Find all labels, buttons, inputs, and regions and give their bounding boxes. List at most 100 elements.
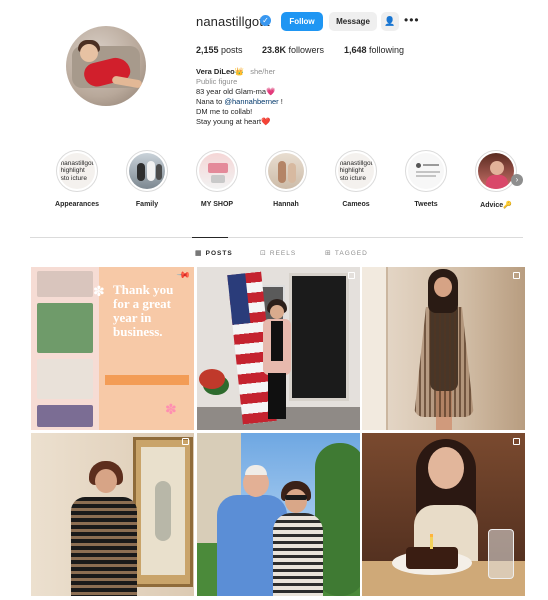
post-photo-person bbox=[95, 469, 117, 493]
highlight-label: Hannah bbox=[273, 201, 299, 208]
follow-button[interactable]: Follow bbox=[281, 12, 323, 31]
post-collage-photo bbox=[37, 303, 93, 353]
post-photo-person bbox=[428, 447, 464, 489]
followers-count-value: 23.8K bbox=[262, 45, 287, 55]
post-photo-sunglasses bbox=[285, 495, 307, 500]
post-tile[interactable] bbox=[362, 433, 525, 596]
flower-icon: ✽ bbox=[93, 283, 105, 299]
bio-name: Vera DiLeo bbox=[196, 67, 235, 76]
following-count-label: following bbox=[369, 45, 405, 55]
post-photo-candle bbox=[430, 537, 433, 549]
profile-avatar[interactable] bbox=[66, 26, 146, 106]
post-tile[interactable] bbox=[362, 267, 525, 430]
post-collage-photo bbox=[37, 359, 93, 399]
highlight-tweets[interactable]: Tweets bbox=[396, 150, 456, 208]
bio-pronouns: she/her bbox=[250, 67, 276, 76]
person-add-icon[interactable]: 👤 bbox=[381, 12, 399, 31]
post-photo-person bbox=[270, 305, 284, 319]
highlight-shop-photo bbox=[199, 153, 235, 189]
multiple-photos-icon bbox=[513, 272, 520, 279]
flower-icon: ✽ bbox=[165, 401, 177, 417]
bio-line-2-prefix: Nana to bbox=[196, 97, 225, 106]
post-photo-person bbox=[271, 321, 283, 361]
highlight-cameos[interactable]: nanastillgot highlight sto icture Cameos bbox=[326, 150, 386, 208]
tab-tagged-label: TAGGED bbox=[334, 250, 368, 257]
followers-count[interactable]: 23.8K followers bbox=[262, 45, 324, 55]
posts-count: 2,155 posts bbox=[196, 45, 243, 55]
post-collage-photo bbox=[37, 271, 93, 297]
post-caption-line: business. bbox=[113, 324, 163, 339]
highlight-label: MY SHOP bbox=[200, 201, 234, 208]
post-photo-door bbox=[362, 267, 388, 430]
highlight-label: Advice🔑 bbox=[480, 202, 512, 209]
highlight-family-photo bbox=[129, 153, 165, 189]
pin-icon: 📌 bbox=[176, 267, 192, 283]
post-photo-door bbox=[289, 273, 349, 401]
reels-icon: ⊡ bbox=[260, 250, 267, 257]
highlight-cover: nanastillgot highlight sto icture bbox=[56, 150, 98, 192]
highlight-label: Family bbox=[135, 201, 159, 208]
bio-line-2-suffix: ! bbox=[278, 97, 283, 106]
multiple-photos-icon bbox=[182, 438, 189, 445]
post-tile[interactable] bbox=[197, 433, 360, 596]
multiple-photos-icon bbox=[348, 272, 355, 279]
post-photo-person bbox=[285, 489, 307, 513]
bio-line-2: Nana to @hannahberner ! bbox=[196, 97, 283, 107]
bio-mention-link[interactable]: @hannahberner bbox=[224, 97, 278, 106]
highlight-placeholder-text: nanastillgot highlight sto icture bbox=[338, 153, 374, 189]
multiple-photos-icon bbox=[513, 438, 520, 445]
post-caption-graphic: Thank you for a great year in business. bbox=[113, 283, 191, 339]
highlight-placeholder-text: nanastillgot highlight sto icture bbox=[59, 153, 95, 189]
verified-badge-icon: ✓ bbox=[260, 15, 271, 26]
highlight-cover bbox=[265, 150, 307, 192]
post-tile[interactable] bbox=[197, 267, 360, 430]
post-photo-person bbox=[434, 277, 452, 297]
tabs-divider bbox=[30, 237, 523, 238]
highlight-family[interactable]: Family bbox=[117, 150, 177, 208]
post-photo-cake bbox=[406, 547, 458, 569]
more-options-icon[interactable]: ••• bbox=[404, 13, 420, 27]
post-tile[interactable] bbox=[31, 433, 194, 596]
followers-count-label: followers bbox=[288, 45, 325, 55]
tab-reels-label: REELS bbox=[269, 250, 297, 257]
bio-line-3: DM me to collab! bbox=[196, 107, 253, 116]
message-button[interactable]: Message bbox=[329, 12, 377, 31]
highlight-cover: nanastillgot highlight sto icture bbox=[335, 150, 377, 192]
highlight-cover bbox=[405, 150, 447, 192]
post-photo-painting bbox=[155, 481, 171, 541]
post-caption-line: year in bbox=[113, 310, 152, 325]
highlight-my-shop[interactable]: MY SHOP bbox=[187, 150, 247, 208]
post-photo-glass bbox=[488, 529, 514, 579]
tagged-icon: ⊞ bbox=[325, 250, 332, 257]
highlight-label: Tweets bbox=[414, 201, 438, 208]
highlight-label: Appearances bbox=[55, 201, 99, 208]
post-collage-photo bbox=[37, 405, 93, 427]
tab-posts[interactable]: ▦ POSTS bbox=[195, 249, 233, 257]
post-photo-person bbox=[273, 513, 323, 596]
post-photo-plant bbox=[199, 369, 225, 389]
bio-category: Public figure bbox=[196, 77, 238, 86]
highlight-tweets-screenshot bbox=[408, 153, 444, 189]
post-tile[interactable]: ✽ Thank you for a great year in business… bbox=[31, 267, 194, 430]
tab-reels[interactable]: ⊡ REELS bbox=[260, 249, 296, 257]
posts-count-label: posts bbox=[221, 45, 243, 55]
avatar-figure-head bbox=[80, 44, 98, 62]
post-photo-person bbox=[268, 373, 286, 419]
tab-posts-label: POSTS bbox=[205, 250, 233, 257]
highlight-hannah[interactable]: Hannah bbox=[256, 150, 316, 208]
following-count-value: 1,648 bbox=[344, 45, 367, 55]
highlight-appearances[interactable]: nanastillgot highlight sto icture Appear… bbox=[47, 150, 107, 208]
profile-bio: Vera DiLeo👑 she/her Public figure 83 yea… bbox=[196, 67, 283, 127]
post-caption-line: Thank you bbox=[113, 282, 174, 297]
highlight-hannah-photo bbox=[268, 153, 304, 189]
post-caption-line: for a great bbox=[113, 296, 171, 311]
following-count[interactable]: 1,648 following bbox=[344, 45, 404, 55]
highlight-cover bbox=[126, 150, 168, 192]
highlight-advice-photo bbox=[478, 153, 514, 189]
highlight-cover bbox=[475, 150, 517, 192]
tab-tagged[interactable]: ⊞ TAGGED bbox=[325, 249, 368, 257]
bio-line-4: Stay young at heart❤️ bbox=[196, 117, 271, 126]
post-photo-person bbox=[71, 497, 137, 596]
chevron-right-icon[interactable]: › bbox=[511, 174, 523, 186]
highlight-cover bbox=[196, 150, 238, 192]
